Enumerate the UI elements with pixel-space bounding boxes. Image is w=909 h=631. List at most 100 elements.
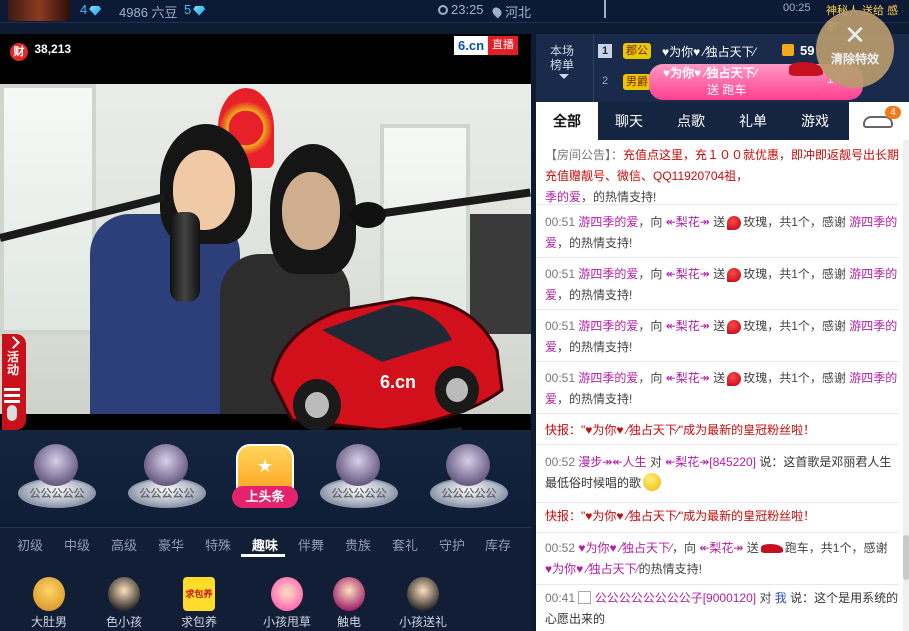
sender-name[interactable]: ♥为你♥ ⁄独占天下⁄	[578, 541, 672, 555]
tab-gift-category[interactable]: 库存	[485, 535, 511, 554]
tab-games[interactable]: 游戏	[784, 102, 846, 140]
chat-message: 00:52 漫步↠↞人生 对 ↞梨花↠[845220] 说：这首歌是邓丽君人生最…	[545, 455, 892, 491]
message-time: 00:51	[545, 267, 576, 281]
banner-sender: ♥为你♥ ⁄独占天下⁄	[663, 66, 757, 80]
rank-badge: 郡公	[623, 43, 651, 59]
divider	[536, 257, 899, 258]
message-time: 00:51	[545, 319, 576, 333]
receiver-name[interactable]: ↞梨花↠	[666, 267, 710, 281]
microphone-icon[interactable]	[7, 405, 17, 421]
tab-gift-category[interactable]: 伴舞	[298, 535, 324, 554]
diamond-icon	[193, 5, 206, 16]
location-pin-icon	[490, 5, 504, 19]
receiver-name[interactable]: ↞梨花↠[845220]	[665, 455, 756, 469]
receiver-name[interactable]: ↞梨花↠	[666, 215, 710, 229]
divider	[536, 584, 899, 585]
rose-icon	[727, 215, 742, 230]
tab-gift-category[interactable]: 贵族	[345, 535, 371, 554]
room-notice: 【房间公告】：充值点这里，充１００就优惠，即冲即返靓号出长期充值赠靓号、微信、Q…	[545, 145, 900, 208]
thanks-name[interactable]: ♥为你♥ ⁄独占天下⁄	[545, 562, 639, 576]
room-thumbnail[interactable]	[8, 0, 70, 21]
gift-item[interactable]: 求包养 求包养	[164, 577, 234, 630]
gift-icon	[333, 577, 365, 611]
avatar	[446, 444, 490, 486]
divider	[536, 361, 899, 362]
gift-item[interactable]: 小孩甩草	[252, 577, 322, 630]
gift-name: 玫瑰	[743, 319, 768, 333]
sender-name[interactable]: 公公公公公公公公子[9000120]	[595, 591, 756, 605]
gem-count-a: 4	[80, 2, 102, 17]
gift-icon	[407, 577, 439, 611]
featured-gifts: 公公公公公 公公公公公 ★ 上头条 公公公公公 公公公公公	[0, 430, 531, 526]
rank-label[interactable]: 本场 榜单	[550, 44, 580, 79]
sender-name[interactable]: 游四季的爱	[578, 215, 638, 229]
rank-number: 2	[601, 75, 609, 87]
receiver-name[interactable]: 我	[775, 591, 787, 605]
flash-tag: 快报：	[545, 423, 582, 437]
gift-icon	[108, 577, 140, 611]
notice-name[interactable]: 季的爱	[545, 190, 581, 204]
gift-slot[interactable]: 公公公公公	[312, 440, 398, 522]
gift-item[interactable]: 大肚男	[14, 577, 84, 630]
divider	[536, 444, 899, 445]
clock: 23:25	[438, 2, 484, 17]
window	[0, 84, 96, 334]
gift-message: 00:52 ♥为你♥ ⁄独占天下⁄，向 ↞梨花↠ 送跑车，共1个，感谢 ♥为你♥ …	[545, 541, 888, 576]
message-time: 00:52	[545, 455, 576, 469]
rank-name[interactable]: ♥为你♥ ⁄独占天下⁄	[662, 43, 756, 60]
tab-gift-category-active[interactable]: 趣味	[252, 535, 278, 554]
location: 河北	[490, 2, 531, 21]
rose-icon	[727, 319, 742, 334]
gift-slot[interactable]: 公公公公公	[120, 440, 206, 522]
tab-gift-category[interactable]: 初级	[17, 535, 43, 554]
rank-number: 1	[598, 44, 612, 58]
gift-icon	[33, 577, 65, 611]
message-tail: ，的热情支持!	[557, 288, 633, 302]
tab-gift-category[interactable]: 中级	[64, 535, 90, 554]
live-label: 直播	[488, 36, 519, 55]
scrollbar-thumb[interactable]	[903, 535, 909, 580]
wealth-indicator: 财 38,213	[10, 42, 71, 61]
close-icon: ✕	[844, 20, 866, 50]
tab-gift-category[interactable]: 套礼	[392, 535, 418, 554]
receiver-name[interactable]: ↞梨花↠	[666, 319, 710, 333]
menu-icon[interactable]	[4, 388, 20, 391]
gift-slot[interactable]: 公公公公公	[10, 440, 96, 522]
clear-effects-button[interactable]: ✕ 清除特效	[816, 10, 894, 88]
sports-car-effect: 6.cn	[270, 296, 504, 430]
tab-gift-list[interactable]: 礼单	[722, 102, 784, 140]
car-tab[interactable]: 4	[849, 102, 909, 140]
chat-message: 00:41 公公公公公公公公子[9000120] 对 我 说：这个是用系统的心愿…	[545, 591, 899, 626]
gift-slot[interactable]: 公公公公公	[422, 440, 508, 522]
rank-label-line1: 本场	[550, 44, 575, 58]
tab-gift-category[interactable]: 守护	[439, 535, 465, 554]
gift-item[interactable]: 触电	[314, 577, 384, 630]
receiver-name[interactable]: ↞梨花↠	[666, 371, 710, 385]
divider	[536, 502, 899, 503]
tab-gift-category[interactable]: 豪华	[158, 535, 184, 554]
rank-label-line2: 榜单	[550, 58, 575, 72]
tab-song[interactable]: 点歌	[660, 102, 722, 140]
message-time: 00:51	[545, 215, 576, 229]
sender-name[interactable]: 游四季的爱	[578, 319, 638, 333]
tab-all[interactable]: 全部	[536, 102, 598, 140]
emoji-icon	[643, 473, 662, 491]
tab-gift-category[interactable]: 特殊	[205, 535, 231, 554]
gift-name: 触电	[336, 615, 361, 629]
gift-item[interactable]: 色小孩	[89, 577, 159, 630]
rank-badge: 男爵	[623, 74, 651, 90]
chat-messages[interactable]: 【房间公告】：充值点这里，充１００就优惠，即冲即返靓号出长期充值赠靓号、微信、Q…	[536, 140, 909, 631]
message-time: 00:52	[545, 541, 576, 555]
sender-name[interactable]: 游四季的爱	[578, 267, 638, 281]
sender-name[interactable]: 漫步↠↞人生	[578, 455, 646, 469]
tab-chat[interactable]: 聊天	[598, 102, 660, 140]
sender-name[interactable]: 游四季的爱	[578, 371, 638, 385]
person-right-face	[282, 172, 340, 250]
clear-effects-label: 清除特效	[830, 52, 879, 66]
tab-gift-category[interactable]: 高级	[111, 535, 137, 554]
gift-item[interactable]: 小孩送礼	[388, 577, 458, 630]
receiver-name[interactable]: ↞梨花↠	[699, 541, 743, 555]
headline-slot[interactable]: ★ 上头条	[220, 440, 306, 522]
chat-scrollbar[interactable]	[903, 140, 909, 631]
video-player[interactable]: 财 38,213 6.cn 直播 6.cn	[0, 34, 531, 430]
